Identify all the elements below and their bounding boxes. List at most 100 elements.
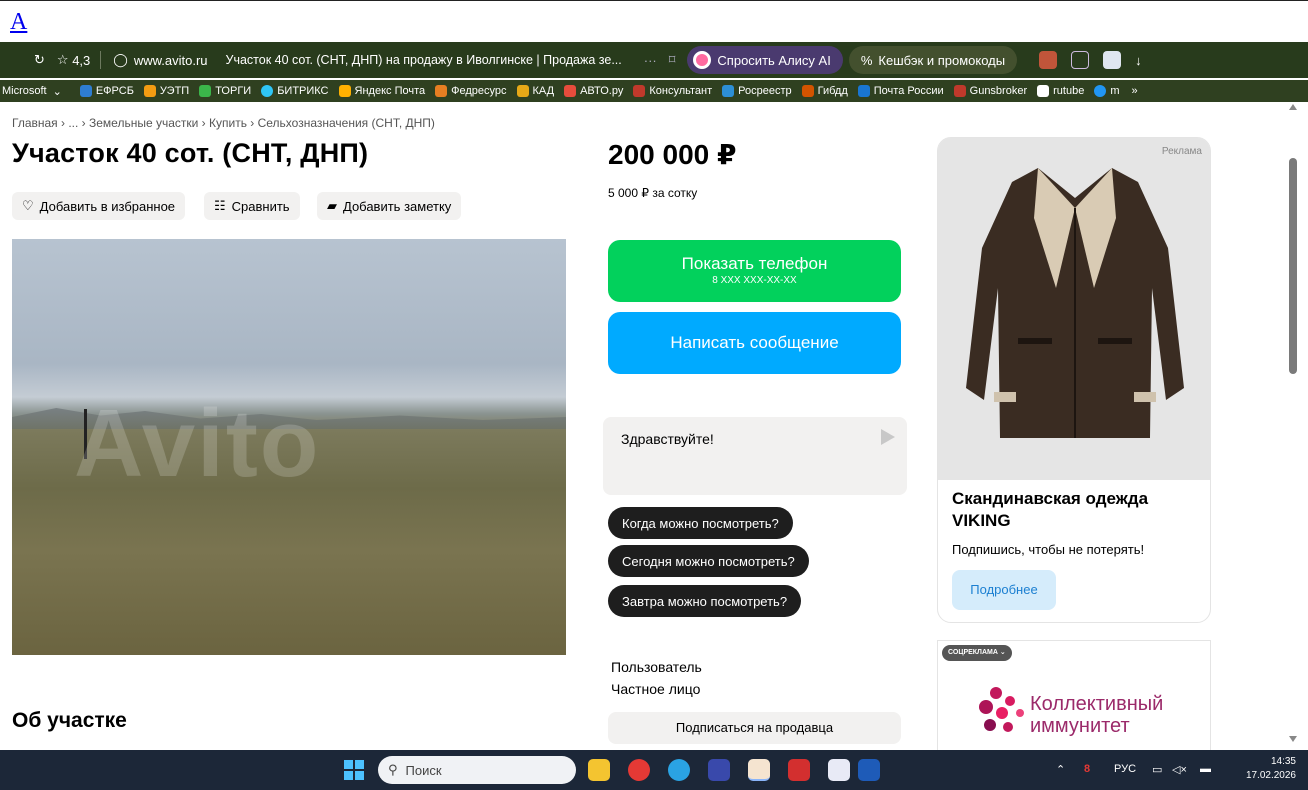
favorites-label: Добавить в избранное xyxy=(39,198,176,214)
bookmark-icon[interactable]: ⌑ xyxy=(669,52,676,68)
efrsb-icon xyxy=(79,85,92,97)
rosreestr-icon xyxy=(722,85,735,97)
social-ad-card[interactable]: СОЦРЕКЛАМА ⌄ Коллективный иммунитет xyxy=(937,640,1211,750)
pdf-icon[interactable] xyxy=(788,759,810,781)
alice-icon xyxy=(693,51,712,69)
word-icon[interactable] xyxy=(858,759,880,781)
subscribe-button[interactable]: Подписаться на продавца xyxy=(608,712,901,744)
more-icon[interactable]: ··· xyxy=(644,53,657,68)
quick-reply-2[interactable]: Завтра можно посмотреть? xyxy=(608,585,802,617)
social-ad-tag[interactable]: СОЦРЕКЛАМА ⌄ xyxy=(942,645,1012,661)
write-message-button[interactable]: Написать сообщение xyxy=(608,312,901,374)
yandex-browser-icon[interactable] xyxy=(628,759,650,781)
windows-start-icon[interactable] xyxy=(344,760,364,780)
ad-image[interactable]: Реклама xyxy=(938,138,1210,480)
top-strip: A xyxy=(0,0,1308,36)
note-label: Добавить заметку xyxy=(343,198,452,214)
show-phone-button[interactable]: Показать телефон 8 XXX XXX-XX-XX xyxy=(608,240,901,302)
social-ad-name-line2: иммунитет xyxy=(1030,715,1130,737)
ad-card[interactable]: Реклама Скандинавская одежда VIKING Подп… xyxy=(937,137,1211,623)
torgi-icon xyxy=(199,85,212,97)
bookmark-9[interactable]: Консультант xyxy=(633,85,712,97)
bookmark-10[interactable]: Росреестр xyxy=(722,85,792,97)
scroll-thumb[interactable] xyxy=(1289,158,1297,374)
download-icon[interactable]: ↓ xyxy=(1135,53,1142,68)
send-icon[interactable] xyxy=(881,429,895,445)
seller-type: Частное лицо xyxy=(611,681,701,697)
page-scrollbar[interactable] xyxy=(1284,102,1302,750)
bookmark-6[interactable]: Федресурс xyxy=(435,85,507,97)
breadcrumb[interactable]: Главная › ... › Земельные участки › Купи… xyxy=(12,116,435,130)
uetp-icon xyxy=(143,85,156,97)
rating-value: 4,3 xyxy=(72,52,91,68)
mail-at-icon xyxy=(1094,85,1107,97)
immunity-logo-icon xyxy=(979,687,1024,732)
cashback-label: Кешбэк и промокоды xyxy=(878,52,1006,68)
add-to-favorites-button[interactable]: ♡ Добавить в избранное xyxy=(12,192,186,220)
consultant-icon xyxy=(633,85,646,97)
bookmarks-overflow[interactable]: » xyxy=(1132,85,1138,97)
bookmark-8[interactable]: АВТО.ру xyxy=(564,85,623,97)
collections-icon[interactable] xyxy=(1071,51,1090,69)
quick-reply-1[interactable]: Сегодня можно посмотреть? xyxy=(608,545,809,577)
about-heading: Об участке xyxy=(12,709,127,732)
mail-icon xyxy=(338,85,351,97)
rating-badge[interactable]: ☆ 4,3 xyxy=(57,52,90,68)
social-ad-name: Коллективный иммунитет xyxy=(1030,693,1163,737)
clock-time: 14:35 xyxy=(1270,756,1296,767)
language-indicator[interactable]: РУС xyxy=(1114,763,1136,775)
bookmark-2[interactable]: УЭТП xyxy=(143,85,189,97)
page-tab-title[interactable]: Участок 40 сот. (СНТ, ДНП) на продажу в … xyxy=(226,53,622,67)
app-blue-icon[interactable] xyxy=(708,759,730,781)
scroll-down-icon[interactable] xyxy=(1289,736,1297,742)
bookmark-12[interactable]: Почта России xyxy=(857,85,944,97)
clock[interactable]: 14:35 17.02.2026 xyxy=(1240,755,1296,783)
compare-label: Сравнить xyxy=(231,198,290,214)
tray-chevron-icon[interactable]: ⌃ xyxy=(1056,763,1065,776)
bookmark-3[interactable]: ТОРГИ xyxy=(199,85,251,97)
top-link[interactable]: A xyxy=(10,9,27,36)
alice-button[interactable]: Спросить Алису AI xyxy=(687,46,843,74)
extension-icon[interactable] xyxy=(1039,51,1058,69)
social-ad-name-line1: Коллективный xyxy=(1030,693,1164,715)
ad-subtitle: Подпишись, чтобы не потерять! xyxy=(952,542,1145,557)
profile-icon[interactable] xyxy=(1103,51,1122,69)
bookmark-15[interactable]: m xyxy=(1094,85,1120,97)
ad-more-button[interactable]: Подробнее xyxy=(952,570,1056,610)
battery-icon[interactable]: ▬ xyxy=(1200,763,1211,775)
post-icon xyxy=(857,85,870,97)
domain-text[interactable]: www.avito.ru xyxy=(134,53,208,68)
app-x-icon[interactable] xyxy=(828,759,850,781)
tray-yandex-icon[interactable]: 8 xyxy=(1084,763,1090,775)
ad-title[interactable]: Скандинавская одежда VIKING xyxy=(952,488,1202,532)
seller-name[interactable]: Пользователь xyxy=(611,659,702,675)
cashback-button[interactable]: % Кешбэк и промокоды xyxy=(848,46,1018,74)
taskbar: ⚲ Поиск ⌃ 8 РУС ▭ ◁× ▬ 14:35 17.02.2026 xyxy=(0,750,1308,790)
message-input[interactable]: Здравствуйте! xyxy=(603,417,907,495)
scroll-up-icon[interactable] xyxy=(1289,104,1297,110)
volume-icon[interactable]: ◁× xyxy=(1172,763,1187,776)
bookmark-5[interactable]: Яндекс Почта xyxy=(338,85,425,97)
percent-icon: % xyxy=(860,52,873,68)
bookmark-4[interactable]: БИТРИКС xyxy=(261,85,329,97)
bookmark-1[interactable]: ЕФРСБ xyxy=(79,85,134,97)
reload-icon[interactable]: ↻ xyxy=(34,52,45,68)
quick-reply-0[interactable]: Когда можно посмотреть? xyxy=(608,507,793,539)
bookmark-14[interactable]: rutube xyxy=(1037,85,1084,97)
telegram-icon[interactable] xyxy=(668,759,690,781)
network-icon[interactable]: ▭ xyxy=(1152,763,1162,776)
shield-icon[interactable]: ◯ xyxy=(113,52,128,68)
page-title: Участок 40 сот. (СНТ, ДНП) xyxy=(12,138,369,168)
bookmark-7[interactable]: КАД xyxy=(516,85,554,97)
bookmark-0[interactable]: Microsoft ⌄ xyxy=(2,85,62,98)
price-per-unit: 5 000 ₽ за сотку xyxy=(608,186,698,200)
taskbar-search[interactable]: ⚲ Поиск xyxy=(378,756,576,784)
gunsbroker-icon xyxy=(953,85,966,97)
bookmark-13[interactable]: Gunsbroker xyxy=(953,85,1027,97)
listing-photo[interactable]: Avito xyxy=(12,239,566,655)
browser-active-icon[interactable] xyxy=(748,759,770,781)
bookmark-11[interactable]: Гибдд xyxy=(801,85,848,97)
add-note-button[interactable]: ▰ Добавить заметку xyxy=(317,192,462,220)
compare-button[interactable]: ☷ Сравнить xyxy=(204,192,300,220)
file-explorer-icon[interactable] xyxy=(588,759,610,781)
